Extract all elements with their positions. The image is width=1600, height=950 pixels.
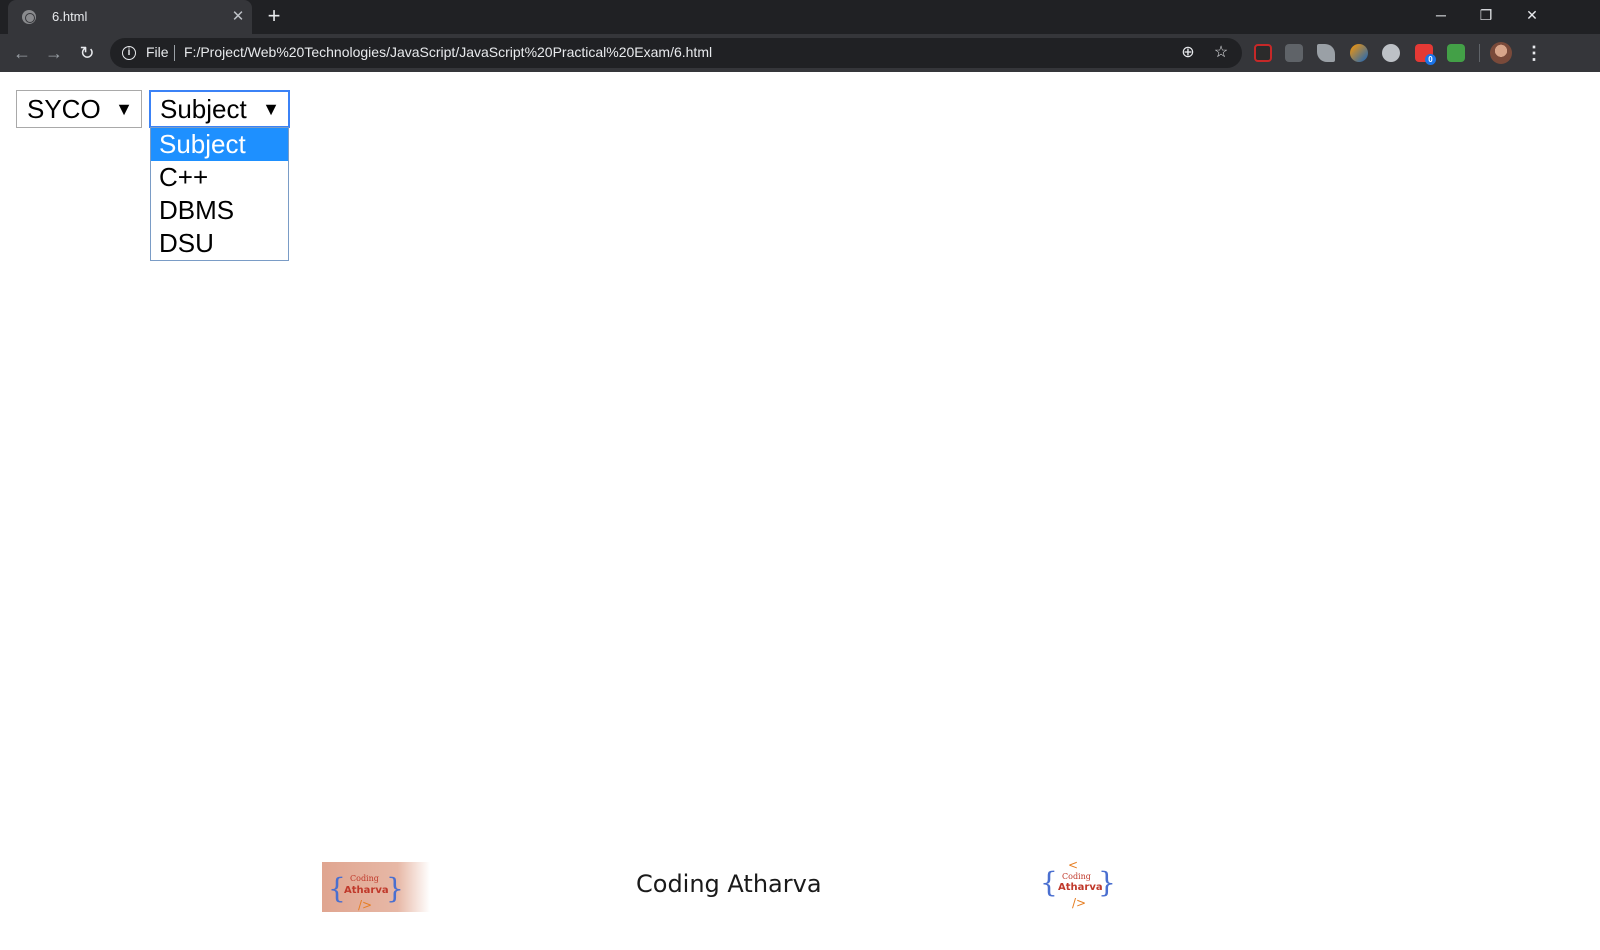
extension-cloud-icon[interactable] xyxy=(1382,44,1400,62)
scheme-label: File xyxy=(146,44,169,60)
subject-select-value: Subject xyxy=(160,94,247,124)
logo-brace-right: } xyxy=(386,872,404,905)
menu-icon[interactable]: ⋮ xyxy=(1524,41,1544,65)
subject-option[interactable]: DBMS xyxy=(151,194,288,227)
bookmark-star-icon[interactable]: ☆ xyxy=(1210,42,1232,64)
close-window-button[interactable]: ✕ xyxy=(1509,0,1555,32)
logo-small-word: Coding xyxy=(350,874,379,883)
url-text[interactable]: F:/Project/Web%20Technologies/JavaScript… xyxy=(184,44,712,60)
toolbar-divider xyxy=(1479,44,1480,62)
tab-title: 6.html xyxy=(52,9,88,24)
back-button[interactable]: ← xyxy=(10,41,34,65)
footer-logo-right: < { Coding Atharva } /> xyxy=(1040,858,1116,914)
minimize-button[interactable]: ─ xyxy=(1418,0,1464,32)
reload-button[interactable]: ↻ xyxy=(75,41,99,65)
dropdown-arrow-icon: ▼ xyxy=(115,99,133,119)
logo-brace-right: } xyxy=(1098,866,1116,899)
new-tab-button[interactable]: + xyxy=(262,5,286,29)
footer-title: Coding Atharva xyxy=(636,870,822,898)
info-icon[interactable]: i xyxy=(122,46,136,60)
address-bar[interactable]: i File F:/Project/Web%20Technologies/Jav… xyxy=(110,38,1242,68)
extension-video-icon[interactable] xyxy=(1254,44,1272,62)
logo-tag-bottom: /> xyxy=(358,898,373,912)
subject-option[interactable]: C++ xyxy=(151,161,288,194)
class-select[interactable]: SYCO ▼ xyxy=(16,90,142,128)
dropdown-arrow-icon: ▼ xyxy=(262,99,280,119)
logo-brace-left: { xyxy=(1040,866,1058,899)
extension-red-icon[interactable]: 0 xyxy=(1415,44,1436,65)
zoom-icon[interactable]: ⊕ xyxy=(1177,42,1199,64)
tab-strip: 6.html ✕ + ─ ❐ ✕ xyxy=(0,0,1600,34)
logo-bold-word: Atharva xyxy=(1058,882,1103,893)
logo-tag-bottom: /> xyxy=(1072,896,1087,910)
logo-bold-word: Atharva xyxy=(344,885,389,896)
browser-toolbar: ← → ↻ i File F:/Project/Web%20Technologi… xyxy=(0,34,1600,72)
subject-option[interactable]: Subject xyxy=(151,128,288,161)
browser-tab[interactable]: 6.html ✕ xyxy=(8,0,252,34)
subject-select[interactable]: Subject ▼ xyxy=(149,90,290,128)
extension-picture-icon[interactable] xyxy=(1285,44,1303,62)
extension-brush-icon[interactable] xyxy=(1317,44,1335,62)
class-select-value: SYCO xyxy=(27,94,101,124)
forward-button[interactable]: → xyxy=(42,41,66,65)
url-separator xyxy=(174,45,175,61)
footer-logo-left: { Coding Atharva } /> xyxy=(322,862,430,912)
subject-option[interactable]: DSU xyxy=(151,227,288,260)
tab-close-icon[interactable]: ✕ xyxy=(228,7,248,27)
extension-badge: 0 xyxy=(1425,54,1436,65)
profile-avatar[interactable] xyxy=(1490,42,1512,64)
globe-icon xyxy=(22,10,36,24)
extension-orange-icon[interactable] xyxy=(1350,44,1368,62)
logo-tag-top: < xyxy=(1068,858,1079,872)
restore-button[interactable]: ❐ xyxy=(1463,0,1509,32)
logo-small-word: Coding xyxy=(1062,872,1091,881)
extension-mail-icon[interactable] xyxy=(1447,44,1465,62)
subject-dropdown-list: Subject C++ DBMS DSU xyxy=(150,127,289,261)
